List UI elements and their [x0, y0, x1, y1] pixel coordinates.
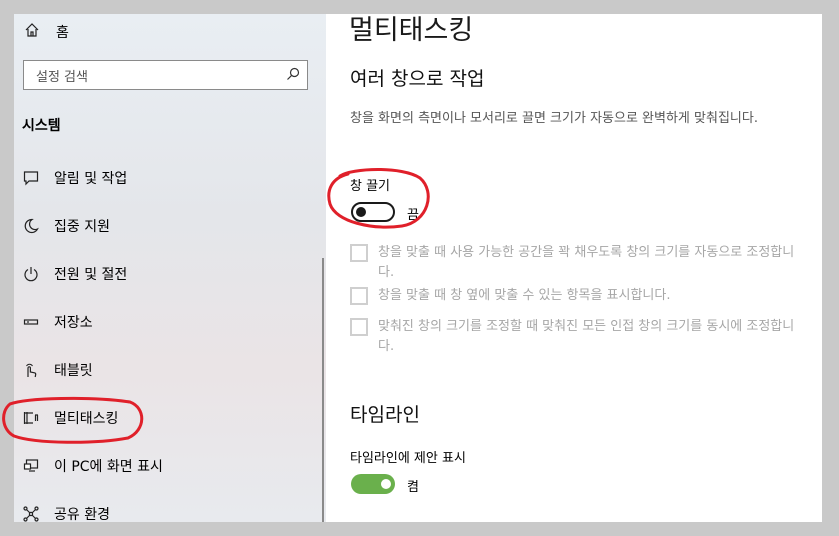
timeline-toggle-label: 타임라인에 제안 표시 — [350, 451, 466, 466]
settings-window: 홈 설정 검색 시스템 알림 및 작업 집중 지원 전원 및 절전 저장소 태블… — [14, 14, 822, 522]
sidebar-item-label: 이 PC에 화면 표시 — [54, 459, 163, 475]
toggle-knob — [381, 479, 391, 489]
search-icon[interactable] — [285, 66, 301, 86]
sidebar-item-label: 멀티태스킹 — [54, 411, 119, 427]
sidebar-item-label: 저장소 — [54, 315, 93, 331]
sidebar-item-multitasking[interactable]: 멀티태스킹 — [22, 406, 118, 430]
sidebar-item-storage[interactable]: 저장소 — [22, 310, 93, 334]
share-icon — [22, 505, 40, 522]
snap-toggle-label: 창 끌기 — [350, 179, 391, 194]
sidebar-item-power[interactable]: 전원 및 절전 — [22, 262, 127, 286]
tablet-icon — [22, 361, 40, 379]
snap-section-heading: 여러 창으로 작업 — [350, 68, 485, 90]
sidebar: 홈 설정 검색 시스템 알림 및 작업 집중 지원 전원 및 절전 저장소 태블… — [14, 14, 326, 522]
toggle-knob — [356, 207, 366, 217]
snap-description: 창을 화면의 측면이나 모서리로 끌면 크기가 자동으로 완벽하게 맞춰집니다. — [350, 111, 758, 126]
snap-option-resize-adjacent[interactable]: 맞춰진 창의 크기를 조정할 때 맞춰진 모든 인접 창의 크기를 동시에 조정… — [350, 317, 800, 357]
sidebar-item-label: 알림 및 작업 — [54, 171, 128, 187]
sidebar-item-label: 집중 지원 — [54, 219, 110, 235]
search-input[interactable]: 설정 검색 — [23, 60, 308, 90]
checkbox[interactable] — [350, 287, 368, 305]
search-placeholder: 설정 검색 — [36, 70, 88, 85]
sidebar-scrollbar[interactable] — [322, 258, 324, 522]
notification-icon — [22, 169, 40, 187]
timeline-suggestions-toggle[interactable] — [351, 474, 395, 494]
project-icon — [22, 457, 40, 475]
power-icon — [22, 265, 40, 283]
timeline-section-heading: 타임라인 — [350, 404, 420, 426]
home-label: 홈 — [56, 25, 69, 41]
checkbox-label: 맞춰진 창의 크기를 조정할 때 맞춰진 모든 인접 창의 크기를 동시에 조정… — [378, 319, 795, 354]
snap-toggle-state: 끔 — [407, 208, 419, 223]
snap-option-autosize[interactable]: 창을 맞출 때 사용 가능한 공간을 꽉 채우도록 창의 크기를 자동으로 조정… — [350, 243, 800, 283]
moon-icon — [22, 217, 40, 235]
checkbox[interactable] — [350, 244, 368, 262]
sidebar-item-tablet[interactable]: 태블릿 — [22, 358, 93, 382]
sidebar-item-label: 태블릿 — [54, 363, 93, 379]
snap-option-show-assist[interactable]: 창을 맞출 때 창 옆에 맞출 수 있는 항목을 표시합니다. — [350, 286, 800, 306]
sidebar-item-focus-assist[interactable]: 집중 지원 — [22, 214, 110, 238]
section-title: 시스템 — [22, 118, 61, 134]
home-nav-item[interactable]: 홈 — [24, 22, 69, 42]
home-icon — [24, 22, 40, 42]
sidebar-item-share[interactable]: 공유 환경 — [22, 502, 110, 522]
timeline-toggle-state: 켬 — [407, 480, 419, 495]
checkbox[interactable] — [350, 318, 368, 336]
main-content: 멀티태스킹 여러 창으로 작업 창을 화면의 측면이나 모서리로 끌면 크기가 … — [326, 14, 822, 522]
sidebar-item-notifications[interactable]: 알림 및 작업 — [22, 166, 127, 190]
checkbox-label: 창을 맞출 때 사용 가능한 공간을 꽉 채우도록 창의 크기를 자동으로 조정… — [378, 245, 795, 280]
page-title: 멀티태스킹 — [349, 15, 474, 46]
storage-icon — [22, 313, 40, 331]
sidebar-item-label: 공유 환경 — [54, 507, 110, 522]
snap-windows-toggle[interactable] — [351, 202, 395, 222]
sidebar-item-project[interactable]: 이 PC에 화면 표시 — [22, 454, 163, 478]
checkbox-label: 창을 맞출 때 창 옆에 맞출 수 있는 항목을 표시합니다. — [378, 288, 671, 303]
multitasking-icon — [22, 409, 40, 427]
sidebar-item-label: 전원 및 절전 — [54, 267, 128, 283]
